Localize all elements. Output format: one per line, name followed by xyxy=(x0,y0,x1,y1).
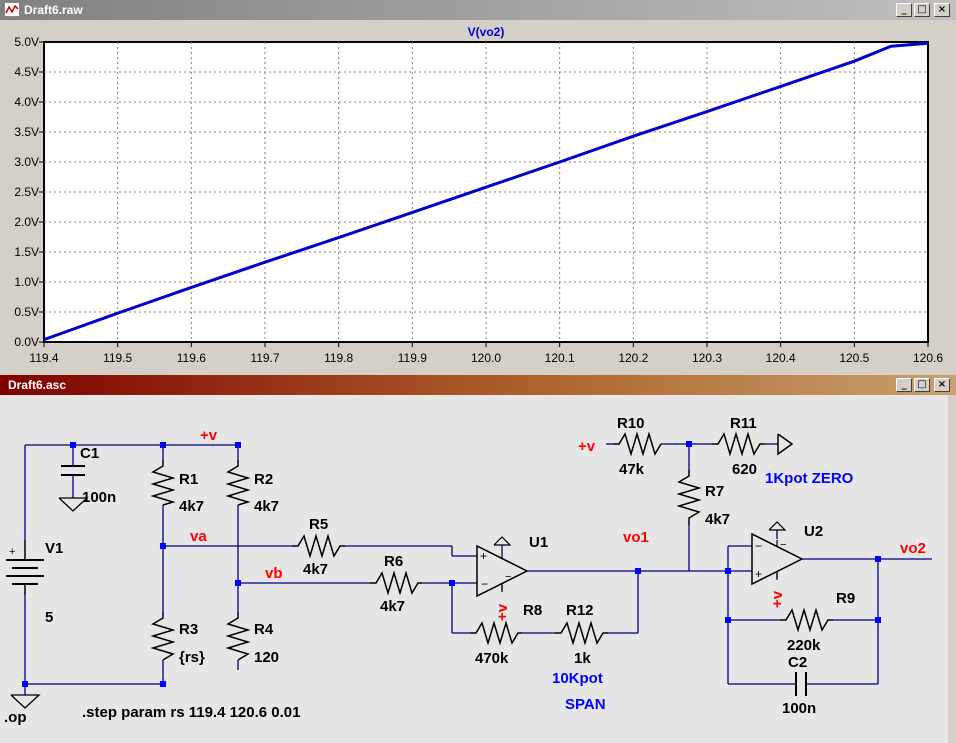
r7-value: 4k7 xyxy=(705,511,730,528)
svg-text:+: + xyxy=(9,546,15,558)
y-tick-label: 1.0V xyxy=(14,275,39,289)
c1-value: 100n xyxy=(82,489,116,506)
r4-ref: R4 xyxy=(254,621,274,638)
x-tick-label: 119.4 xyxy=(29,351,58,365)
y-tick-label: 2.5V xyxy=(14,185,39,199)
trace-label[interactable]: V(vo2) xyxy=(468,25,505,39)
r11-ref: R11 xyxy=(730,415,757,432)
comment-span-pot[interactable]: 10Kpot xyxy=(552,670,603,687)
net-label-u2-supply[interactable]: +v xyxy=(769,590,786,608)
r9-value: 220k xyxy=(787,637,821,654)
minimize-button[interactable]: _ xyxy=(896,378,912,392)
r9-ref: R9 xyxy=(836,590,855,607)
y-tick-label: 0.0V xyxy=(14,335,39,349)
plot-window: Draft6.raw _ □ × V(vo2) 0.0V 0.5V 1.0V 1.5V… xyxy=(0,0,956,372)
r8-value: 470k xyxy=(475,650,509,667)
schematic-window-title: Draft6.asc xyxy=(8,378,67,392)
x-tick-label: 120.5 xyxy=(839,351,869,365)
r5-value: 4k7 xyxy=(303,561,328,578)
x-tick-label: 120.4 xyxy=(766,351,796,365)
restore-button[interactable]: □ xyxy=(914,378,930,392)
r6-ref: R6 xyxy=(384,553,403,570)
schematic-canvas[interactable]: + + − − + − − +v +v va vb vo1 vo2 +v +v … xyxy=(0,395,956,743)
y-tick-label: 2.0V xyxy=(14,215,39,229)
c2-ref: C2 xyxy=(788,654,807,671)
net-label-plus-v-in[interactable]: +v xyxy=(578,438,596,455)
r5-ref: R5 xyxy=(309,516,328,533)
x-tick-label: 120.6 xyxy=(913,351,943,365)
v1-value: 5 xyxy=(45,609,53,626)
r1-ref: R1 xyxy=(179,471,198,488)
v1-ref: V1 xyxy=(45,540,63,557)
svg-text:+: + xyxy=(480,549,487,563)
comment-zero-pot[interactable]: 1Kpot ZERO xyxy=(765,470,854,487)
x-tick-label: 119.9 xyxy=(398,351,427,365)
r8-ref: R8 xyxy=(523,602,542,619)
r11-value: 620 xyxy=(732,461,757,478)
plot-window-titlebar[interactable]: Draft6.raw _ □ × xyxy=(0,0,956,20)
close-button[interactable]: × xyxy=(934,378,950,392)
net-label-va[interactable]: va xyxy=(190,528,207,545)
r2-value: 4k7 xyxy=(254,498,279,515)
net-label-vo2[interactable]: vo2 xyxy=(900,540,926,557)
svg-text:−: − xyxy=(505,571,511,583)
step-directive[interactable]: .step param rs 119.4 120.6 0.01 xyxy=(82,704,301,721)
c2-value: 100n xyxy=(782,700,816,717)
r6-value: 4k7 xyxy=(380,598,405,615)
x-tick-label: 119.5 xyxy=(103,351,132,365)
y-tick-label: 5.0V xyxy=(14,35,39,49)
x-tick-label: 120.3 xyxy=(692,351,722,365)
minimize-button[interactable]: _ xyxy=(896,3,912,17)
net-label-plus-v[interactable]: +v xyxy=(200,427,218,444)
schematic-window-titlebar[interactable]: Draft6.asc _ □ × xyxy=(0,375,956,395)
plot-window-title: Draft6.raw xyxy=(24,3,83,17)
net-label-vo1[interactable]: vo1 xyxy=(623,529,649,546)
r10-value: 47k xyxy=(619,461,645,478)
x-tick-label: 119.8 xyxy=(324,351,353,365)
r2-ref: R2 xyxy=(254,471,273,488)
svg-text:−: − xyxy=(755,539,762,553)
schematic-window: Draft6.asc _ □ × + + − − + − − +v +v va … xyxy=(0,375,956,743)
r4-value: 120 xyxy=(254,649,279,666)
y-tick-label: 3.0V xyxy=(14,155,39,169)
r10-ref: R10 xyxy=(617,415,645,432)
net-label-vb[interactable]: vb xyxy=(265,565,283,582)
restore-button[interactable]: □ xyxy=(914,3,930,17)
r3-value: {rs} xyxy=(179,649,205,666)
comment-span-label[interactable]: SPAN xyxy=(565,696,606,713)
c1-ref: C1 xyxy=(80,445,99,462)
x-tick-label: 120.0 xyxy=(471,351,501,365)
y-tick-label: 4.0V xyxy=(14,95,39,109)
r1-value: 4k7 xyxy=(179,498,204,515)
y-tick-label: 1.5V xyxy=(14,245,39,259)
waveform-app-icon xyxy=(4,2,20,17)
r12-value: 1k xyxy=(574,650,591,667)
svg-text:−: − xyxy=(481,577,488,591)
svg-text:−: − xyxy=(780,539,786,551)
x-tick-label: 120.1 xyxy=(545,351,575,365)
x-tick-label: 119.6 xyxy=(177,351,206,365)
y-tick-label: 3.5V xyxy=(14,125,39,139)
r3-ref: R3 xyxy=(179,621,198,638)
op-directive[interactable]: .op xyxy=(4,709,27,726)
r12-ref: R12 xyxy=(566,602,594,619)
u2-ref: U2 xyxy=(804,523,823,540)
r7-ref: R7 xyxy=(705,483,724,500)
close-button[interactable]: × xyxy=(934,3,950,17)
y-tick-label: 0.5V xyxy=(14,305,39,319)
x-tick-label: 119.7 xyxy=(250,351,279,365)
waveform-plot[interactable]: V(vo2) 0.0V 0.5V 1.0V 1.5V 2.0V 2.5V 3.0V 3.5V 4… xyxy=(0,20,956,372)
x-tick-label: 120.2 xyxy=(618,351,648,365)
svg-text:+: + xyxy=(755,567,762,581)
y-tick-label: 4.5V xyxy=(14,65,39,79)
voltage-source-v1[interactable]: + xyxy=(6,540,44,595)
net-label-u1-supply[interactable]: +v xyxy=(494,603,511,621)
u1-ref: U1 xyxy=(529,534,548,551)
